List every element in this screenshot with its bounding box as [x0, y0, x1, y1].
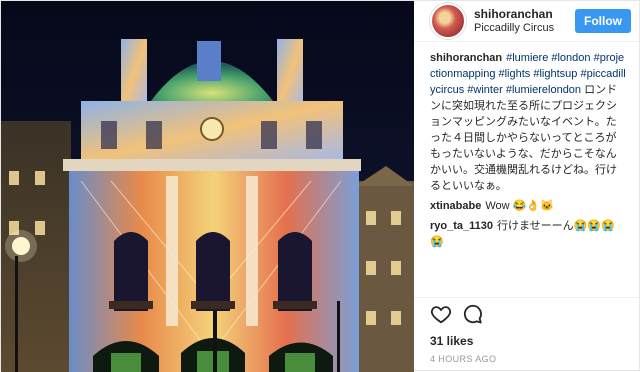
hashtag[interactable]: #lumierelondon: [506, 84, 581, 96]
post-actions: 31 likes 4 HOURS AGO: [414, 297, 639, 370]
comment-icon[interactable]: [462, 303, 484, 330]
comments-list: shihoranchan #lumiere #london #projection…: [414, 42, 639, 297]
instagram-post: shihoranchan Piccadilly Circus Follow sh…: [0, 0, 640, 372]
hashtag[interactable]: #london: [551, 52, 590, 64]
hashtag[interactable]: #lightsup: [533, 68, 577, 80]
username-link[interactable]: shihoranchan: [474, 7, 575, 22]
hashtag[interactable]: #winter: [467, 84, 502, 96]
post-timestamp[interactable]: 4 HOURS AGO: [430, 354, 623, 364]
post-header: shihoranchan Piccadilly Circus Follow: [414, 1, 639, 42]
comment-username[interactable]: xtinababe: [430, 200, 481, 212]
follow-button[interactable]: Follow: [575, 9, 631, 33]
comment-text: Wow 😂👌🐱: [485, 200, 554, 212]
likes-count[interactable]: 31 likes: [430, 334, 623, 348]
header-info: shihoranchan Piccadilly Circus: [474, 7, 575, 35]
avatar[interactable]: [430, 3, 466, 39]
hashtag[interactable]: #lumiere: [506, 52, 548, 64]
post-photo[interactable]: [1, 1, 414, 372]
caption-text: ロンドンに突如現れた至る所にプロジェクションマッピングみたいなイベント。たった４…: [430, 84, 618, 192]
projection-building-image: [1, 1, 414, 372]
post-sidebar: shihoranchan Piccadilly Circus Follow sh…: [414, 1, 639, 370]
hashtag[interactable]: #lights: [499, 68, 531, 80]
caption: shihoranchan #lumiere #london #projection…: [430, 50, 627, 194]
action-icons: [430, 304, 623, 328]
caption-username[interactable]: shihoranchan: [430, 52, 502, 64]
location-link[interactable]: Piccadilly Circus: [474, 22, 575, 35]
heart-icon[interactable]: [430, 303, 452, 330]
comment-item: ryo_ta_1130 行けませーーん😭😭😭😭: [430, 218, 627, 250]
comment-username[interactable]: ryo_ta_1130: [430, 220, 493, 232]
comment-item: xtinababe Wow 😂👌🐱: [430, 198, 627, 214]
